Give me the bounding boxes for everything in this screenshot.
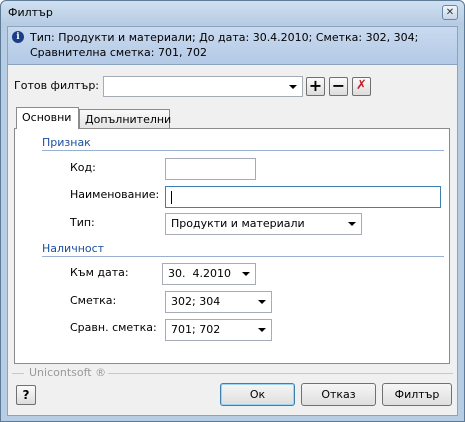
chevron-down-icon	[258, 300, 266, 304]
date-value: 30. 4.2010	[168, 267, 231, 280]
tab-additional-label: Допълнителни	[85, 113, 172, 126]
account-value: 302; 304	[171, 295, 221, 308]
filter-summary-bar: i Тип: Продукти и материали; До дата: 30…	[8, 27, 457, 65]
name-label: Наименование:	[70, 188, 160, 201]
tab-additional[interactable]: Допълнителни	[79, 109, 172, 129]
code-field[interactable]	[165, 158, 256, 180]
date-label: Към дата:	[70, 266, 129, 279]
chevron-down-icon	[258, 328, 266, 332]
clear-filter-icon: ✗	[356, 78, 367, 93]
cancel-button[interactable]: Отказ	[301, 383, 376, 406]
group-header-availability: Наличност	[42, 242, 105, 255]
add-filter-button[interactable]: +	[306, 77, 325, 96]
group-divider	[42, 256, 444, 257]
account-select[interactable]: 302; 304	[165, 291, 272, 313]
filter-summary-text: Тип: Продукти и материали; До дата: 30.4…	[30, 31, 419, 59]
tab-basic[interactable]: Основни	[16, 107, 79, 129]
text-caret	[171, 191, 172, 204]
ok-button-label: Ок	[249, 388, 266, 401]
filter-dialog-window: Филтър ✕ i Тип: Продукти и материали; До…	[0, 0, 465, 422]
help-icon: ?	[22, 388, 30, 402]
ok-button[interactable]: Ок	[220, 383, 295, 406]
footer-divider	[108, 373, 453, 374]
dialog-client-area: i Тип: Продукти и материали; До дата: 30…	[7, 26, 458, 416]
tab-panel-basic: Признак Код: Наименование: Тип: Продукти…	[14, 128, 450, 364]
type-value: Продукти и материали	[171, 217, 305, 230]
type-label: Тип:	[70, 216, 95, 229]
account-label: Сметка:	[70, 294, 117, 307]
brand-label: Unicontsoft ®	[29, 366, 107, 379]
chevron-down-icon	[242, 272, 250, 276]
chevron-down-icon	[348, 222, 356, 226]
title-bar[interactable]: Филтър ✕	[1, 1, 464, 25]
tab-basic-label: Основни	[22, 111, 72, 124]
ready-filter-combo[interactable]	[103, 76, 303, 97]
name-field[interactable]	[165, 186, 441, 208]
remove-filter-button[interactable]: −	[329, 77, 348, 96]
minus-icon: −	[331, 76, 346, 95]
help-button[interactable]: ?	[16, 385, 36, 405]
info-icon: i	[12, 31, 24, 43]
close-icon: ✕	[445, 7, 455, 18]
clear-filter-button[interactable]: ✗	[352, 77, 371, 96]
window-title: Филтър	[8, 6, 53, 19]
plus-icon: +	[308, 76, 323, 95]
chevron-down-icon	[289, 85, 297, 89]
code-label: Код:	[70, 161, 96, 174]
apply-filter-button-label: Филтър	[394, 388, 440, 401]
compare-account-value: 701; 702	[171, 323, 221, 336]
type-select[interactable]: Продукти и материали	[165, 213, 362, 235]
close-button[interactable]: ✕	[442, 5, 458, 20]
group-header-attribute: Признак	[42, 136, 91, 149]
apply-filter-button[interactable]: Филтър	[382, 383, 452, 406]
compare-account-select[interactable]: 701; 702	[165, 319, 272, 341]
ready-filter-label: Готов филтър:	[14, 79, 100, 92]
compare-account-label: Сравн. сметка:	[70, 321, 157, 334]
date-picker[interactable]: 30. 4.2010	[162, 263, 256, 285]
footer-divider	[12, 373, 24, 374]
cancel-button-label: Отказ	[321, 388, 356, 401]
group-divider	[42, 150, 444, 151]
